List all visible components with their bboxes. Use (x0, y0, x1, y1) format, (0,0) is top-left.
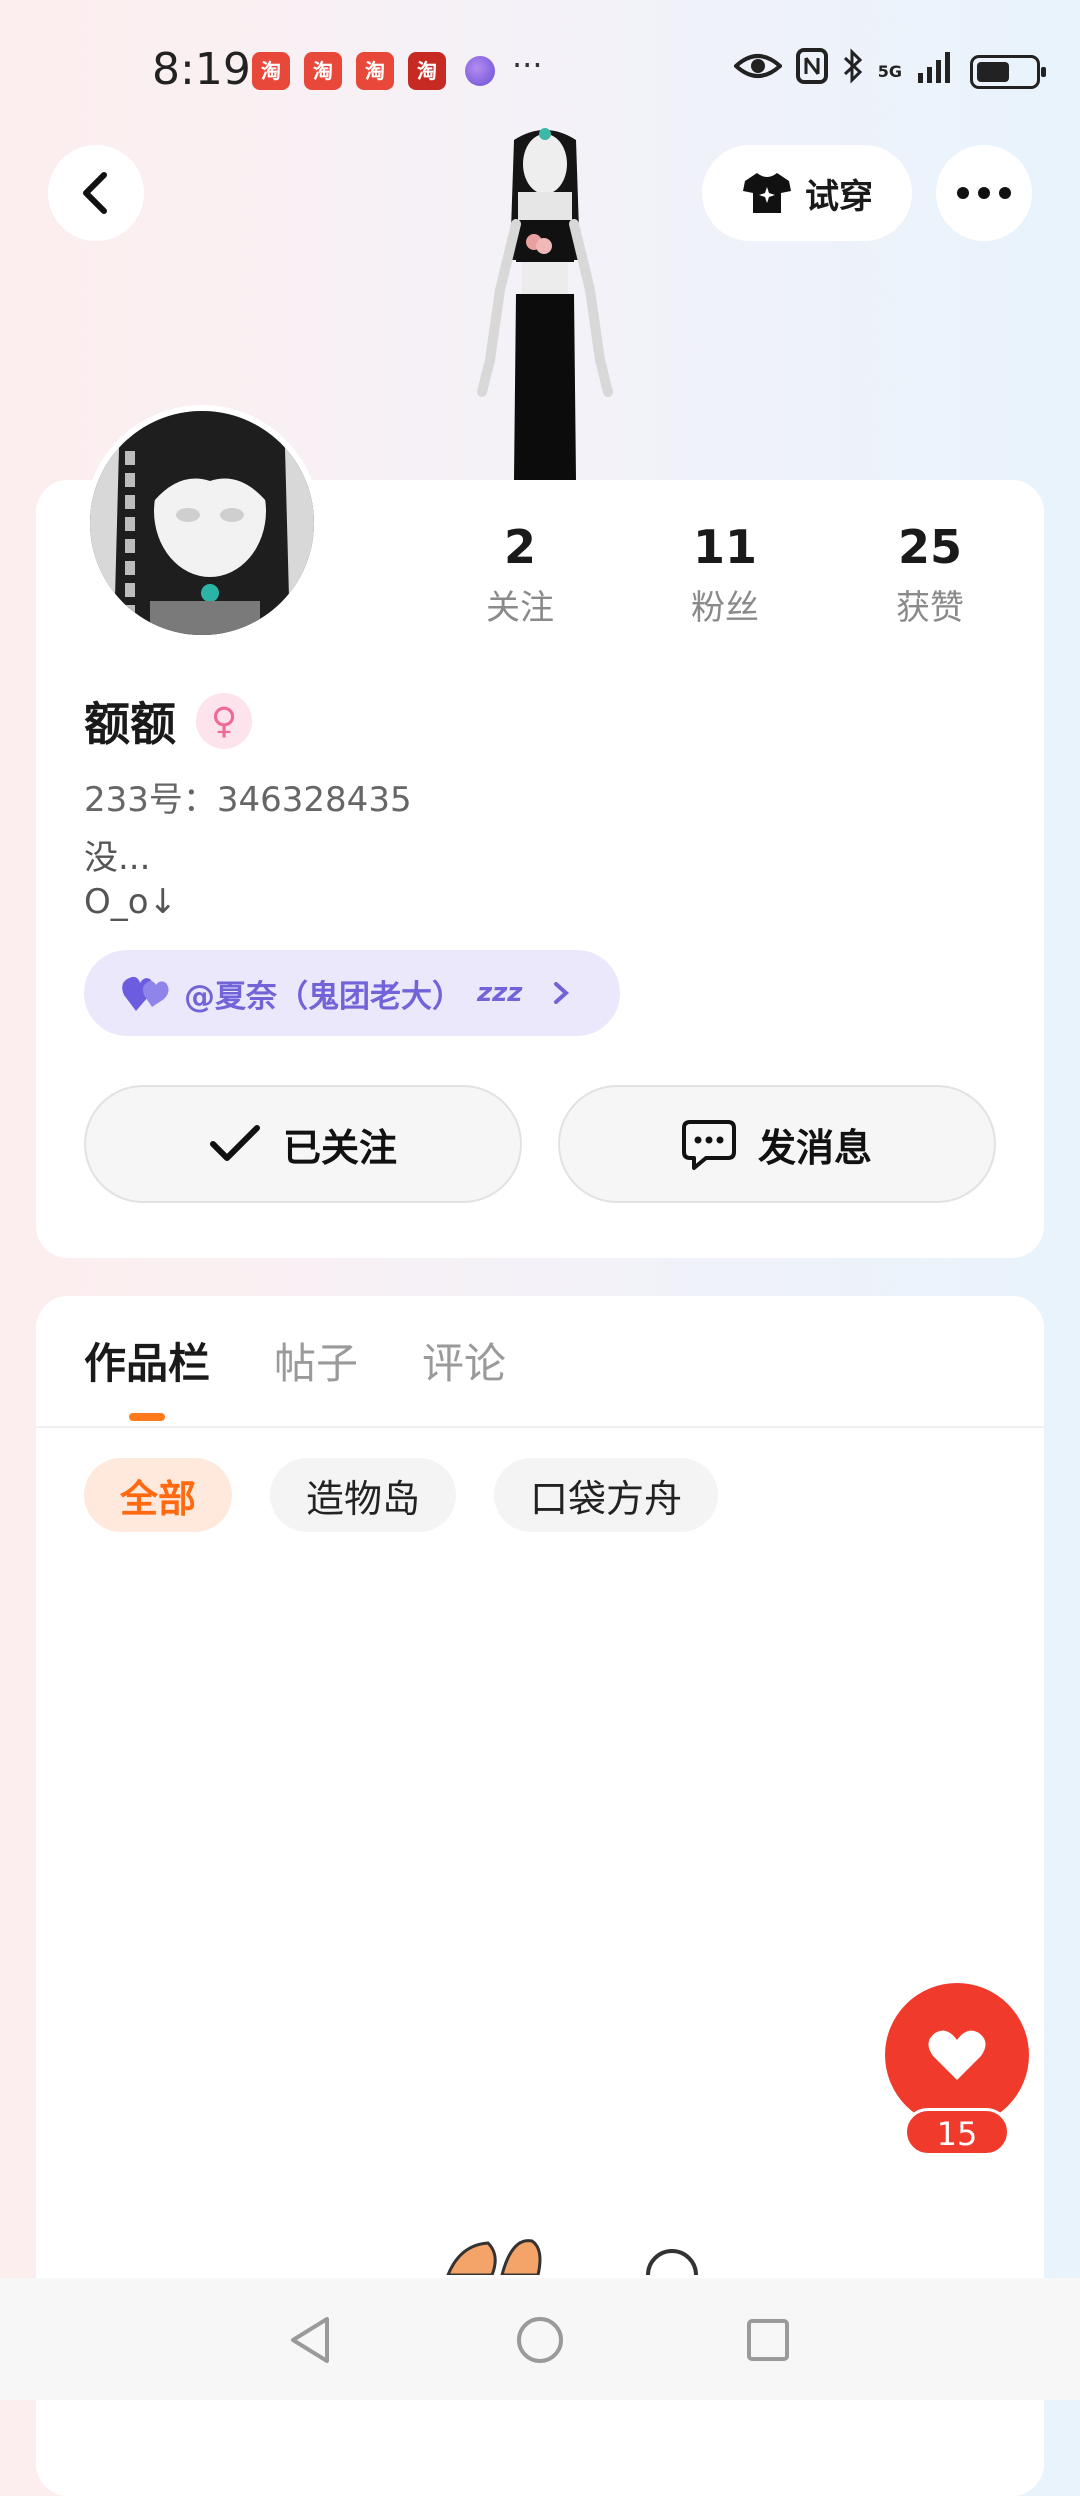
taobao-icon: 淘 (356, 52, 394, 90)
stat-following[interactable]: 2 关注 (440, 520, 600, 629)
stat-following-value: 2 (503, 520, 536, 574)
tab-posts[interactable]: 帖子 (274, 1330, 358, 1421)
tab-comments[interactable]: 评论 (422, 1330, 506, 1421)
profile-name-row: 额额 ♀ (84, 688, 252, 754)
user-id[interactable]: 233号：346328435 (84, 772, 412, 821)
more-notifications-indicator: ··· (512, 46, 543, 84)
status-time: 8:19 (152, 44, 251, 95)
works-filter-chips: 全部 造物岛 口袋方舟 (84, 1458, 719, 1532)
app-orb-icon (465, 56, 495, 86)
avatar-character-figure (430, 120, 660, 480)
chevron-left-icon (83, 172, 107, 214)
chat-bubble-icon (681, 1120, 736, 1170)
content-tabs: 作品栏 帖子 评论 (84, 1330, 506, 1421)
sleep-zzz-icon: zzz (477, 978, 523, 1008)
bio-line-1: 没... (84, 838, 151, 878)
bio-line-2: O_o↓ (84, 882, 178, 922)
signal-icon (916, 49, 956, 94)
back-button[interactable] (48, 145, 144, 241)
taobao-icon: 淘 (252, 52, 290, 90)
filter-creation-island[interactable]: 造物岛 (270, 1458, 457, 1532)
more-options-button[interactable] (936, 145, 1032, 241)
nfc-icon (795, 48, 828, 95)
try-on-button[interactable]: 试穿 (702, 145, 912, 241)
circle-home-icon (517, 2317, 563, 2363)
send-message-button[interactable]: 发消息 (558, 1085, 996, 1203)
battery-icon (970, 54, 1046, 89)
nav-recents-button[interactable] (738, 2310, 798, 2370)
like-count: 15 (904, 2108, 1010, 2156)
nav-home-button[interactable] (510, 2310, 570, 2370)
avatar[interactable] (84, 405, 320, 641)
bluetooth-icon (842, 48, 864, 95)
stat-followers[interactable]: 11 粉丝 (645, 520, 805, 629)
more-dots-icon (957, 187, 1011, 199)
stat-likes-value: 25 (897, 520, 962, 574)
stat-likes[interactable]: 25 获赞 (850, 520, 1010, 629)
stat-likes-label: 获赞 (896, 588, 964, 628)
triangle-back-icon (291, 2317, 329, 2363)
profile-name: 额额 (84, 697, 176, 751)
try-on-label: 试穿 (805, 176, 873, 217)
relationship-label: @夏奈（鬼团老大） (184, 978, 463, 1015)
heart-icon (928, 2030, 986, 2080)
following-button[interactable]: 已关注 (84, 1085, 522, 1203)
eye-icon (732, 50, 783, 93)
tshirt-icon (743, 173, 791, 213)
chevron-right-icon (554, 982, 570, 1004)
relationship-tag[interactable]: @夏奈（鬼团老大） zzz (84, 950, 620, 1036)
signal-5g-label: 5G (877, 61, 902, 81)
tab-works[interactable]: 作品栏 (84, 1330, 210, 1421)
filter-pocket-ark[interactable]: 口袋方舟 (494, 1458, 719, 1532)
status-bar: 8:19 淘 淘 淘 淘 ··· 5G (0, 0, 1080, 140)
filter-all[interactable]: 全部 (84, 1458, 233, 1532)
send-message-label: 发消息 (757, 1125, 872, 1170)
profile-bio: 没... O_o↓ (84, 836, 177, 924)
nav-back-button[interactable] (280, 2310, 340, 2370)
check-icon (209, 1125, 260, 1161)
taobao-icon: 淘 (408, 52, 446, 90)
female-gender-icon: ♀ (196, 693, 252, 749)
following-button-label: 已关注 (282, 1125, 397, 1170)
square-recents-icon (747, 2319, 789, 2361)
taobao-icon: 淘 (304, 52, 342, 90)
tab-divider (36, 1426, 1044, 1428)
like-button[interactable] (885, 1983, 1029, 2127)
stat-followers-label: 粉丝 (691, 588, 759, 628)
double-heart-icon (122, 976, 169, 1011)
stat-followers-value: 11 (692, 520, 757, 574)
empty-state-illustration (440, 2235, 710, 2275)
stat-following-label: 关注 (486, 588, 554, 628)
